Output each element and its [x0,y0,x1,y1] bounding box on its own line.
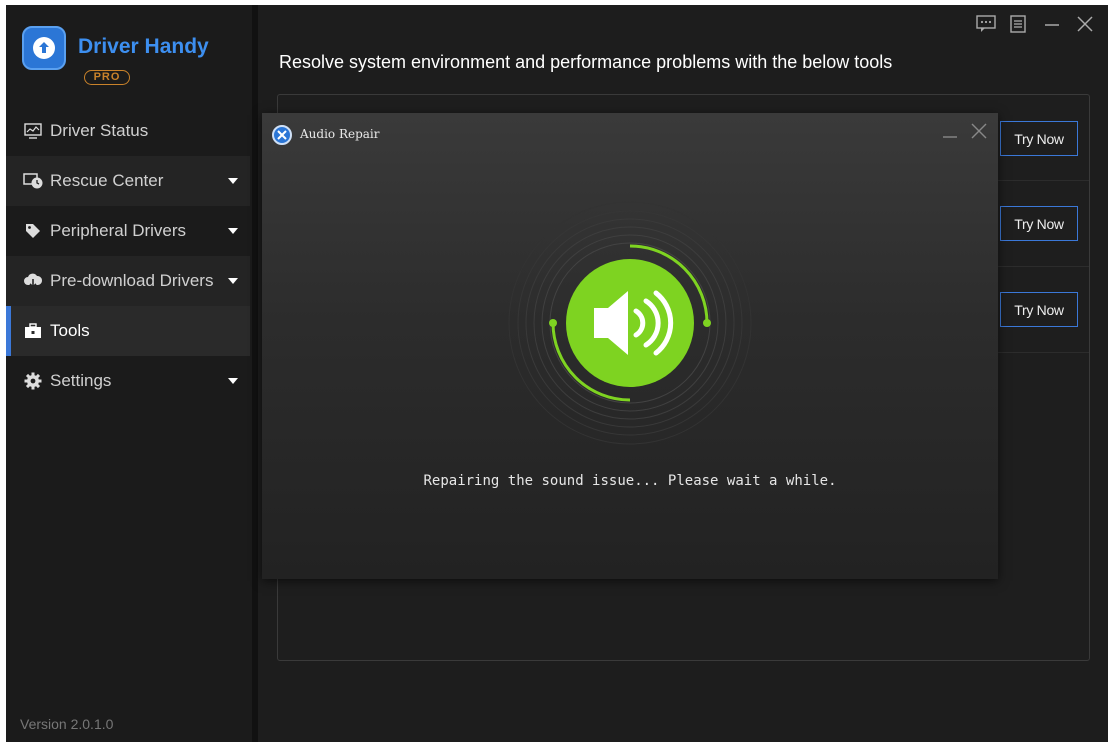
sidebar-item-tools[interactable]: Tools [6,306,250,356]
gear-icon [22,370,44,392]
sidebar-item-peripheral-drivers[interactable]: Peripheral Drivers [6,206,250,256]
dialog-close-icon[interactable] [970,122,988,145]
sidebar-item-label: Pre-download Drivers [50,271,214,290]
chevron-down-icon [228,178,238,184]
close-icon[interactable] [1076,15,1094,38]
sidebar-item-pre-download-drivers[interactable]: Pre-download Drivers [6,256,250,306]
dialog-title: Audio Repair [300,127,380,141]
sidebar-item-rescue-center[interactable]: Rescue Center [6,156,250,206]
sidebar-item-label: Peripheral Drivers [50,221,187,240]
toolbox-icon [22,320,44,342]
tool-icon [272,125,292,145]
window-controls [976,15,1101,37]
speaker-icon [508,201,752,445]
app-window: Driver Handy PRO Driver Status Rescue Ce… [6,5,1108,742]
sidebar-nav: Driver Status Rescue Center Peripheral D… [6,106,250,406]
try-now-button[interactable]: Try Now [1000,121,1078,156]
logo-badge-icon [22,26,66,70]
sidebar-divider [252,5,258,742]
sidebar-item-driver-status[interactable]: Driver Status [6,106,250,156]
clock-backup-icon [22,170,44,192]
dialog-minimize-icon[interactable] [942,123,958,144]
repair-status-text: Repairing the sound issue... Please wait… [423,473,837,489]
menu-icon[interactable] [1010,15,1026,38]
cloud-download-icon [22,270,44,292]
audio-repair-dialog: Audio Repair Repairing the sound issue..… [262,113,998,579]
version-label: Version 2.0.1.0 [20,716,114,732]
feedback-icon[interactable] [976,15,996,38]
chevron-down-icon [228,228,238,234]
monitor-icon [22,120,44,142]
try-now-button[interactable]: Try Now [1000,206,1078,241]
minimize-icon[interactable] [1044,15,1060,38]
sidebar-item-label: Rescue Center [50,171,164,190]
sidebar-item-label: Tools [50,321,90,340]
tag-icon [22,220,44,242]
app-logo: Driver Handy PRO [18,23,238,91]
page-title: Resolve system environment and performan… [279,52,893,72]
chevron-down-icon [228,278,238,284]
sidebar-item-settings[interactable]: Settings [6,356,250,406]
sidebar-item-label: Driver Status [50,121,149,140]
chevron-down-icon [228,378,238,384]
app-name: Driver Handy [78,35,209,58]
try-now-button[interactable]: Try Now [1000,292,1078,327]
sidebar: Driver Handy PRO Driver Status Rescue Ce… [6,5,252,742]
sidebar-item-label: Settings [50,371,112,390]
pro-badge: PRO [84,70,130,85]
